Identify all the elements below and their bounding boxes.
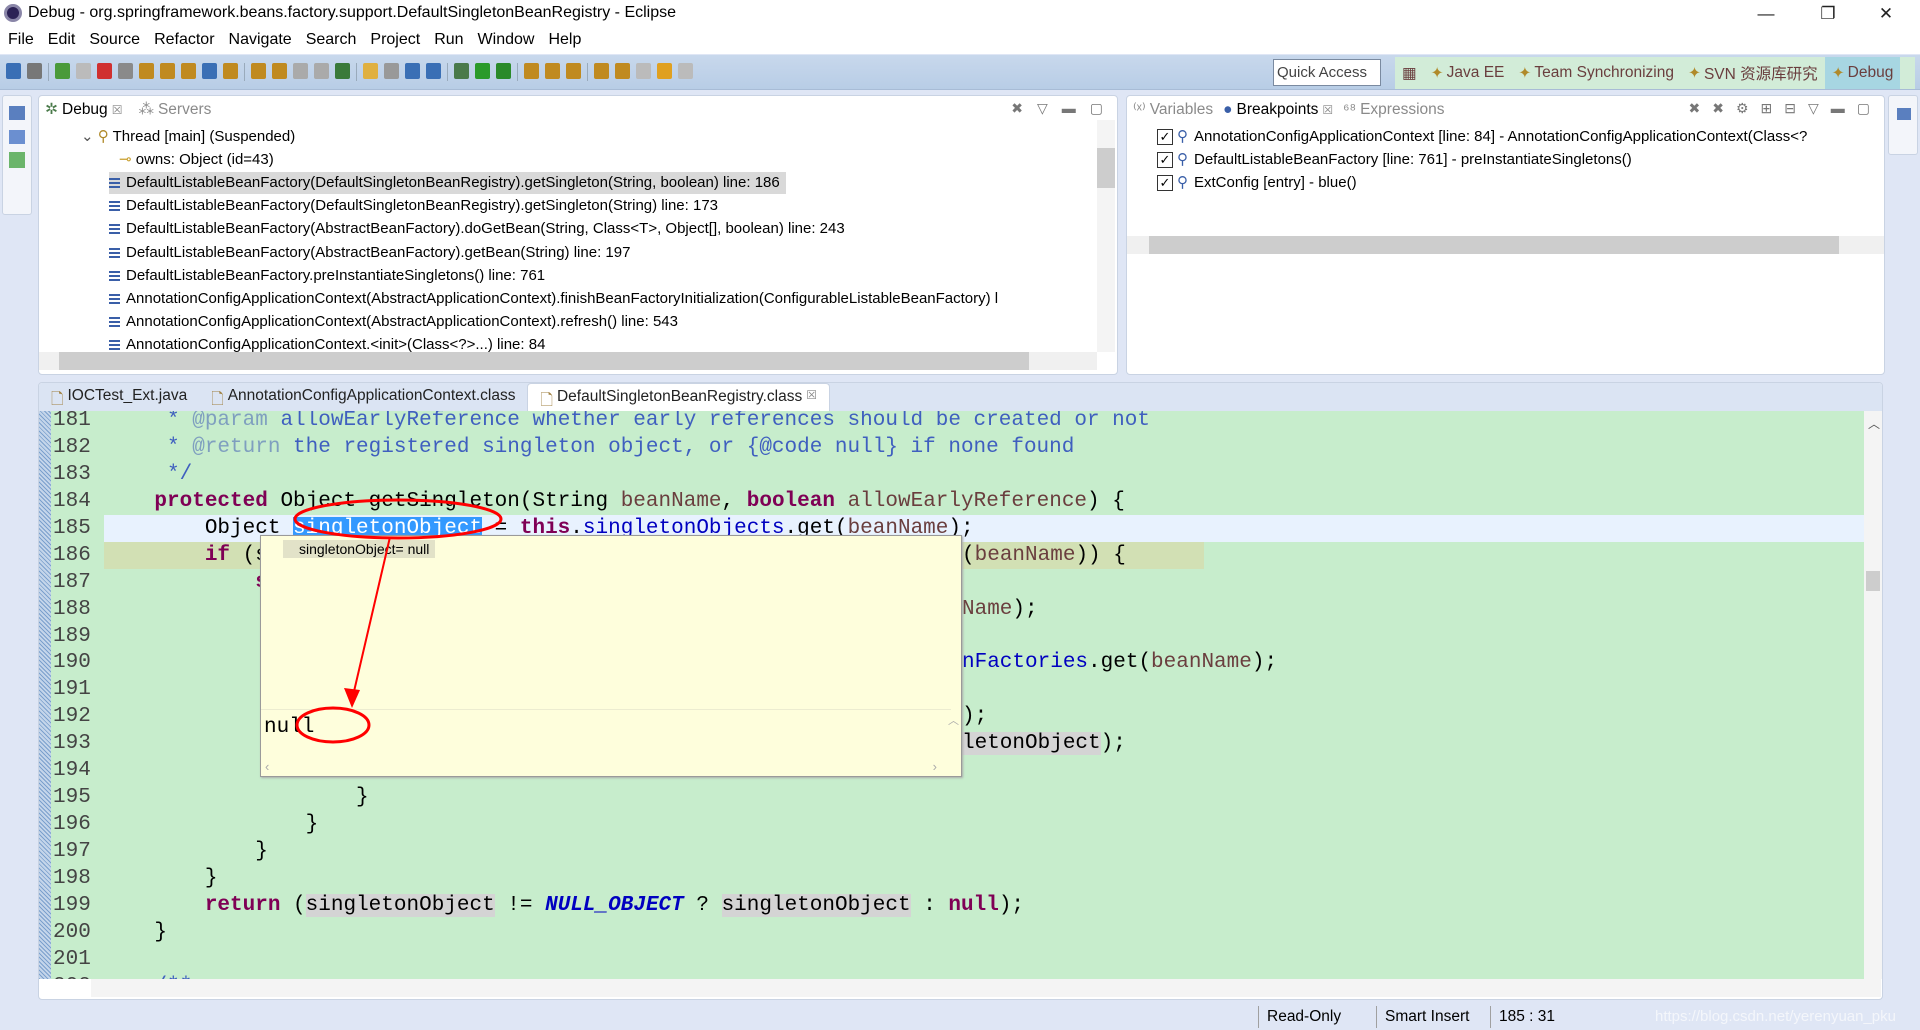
highlight-ellipse-null bbox=[295, 706, 371, 744]
watermark: https://blog.csdn.net/yerenyuan_pku bbox=[1655, 1008, 1896, 1025]
status-bar: Read-Only Smart Insert 185 : 31 https://… bbox=[0, 1003, 1920, 1030]
annotation-arrow-line bbox=[351, 536, 391, 701]
status-read-only: Read-Only bbox=[1258, 1006, 1341, 1028]
red-annotation-overlay bbox=[293, 498, 503, 744]
status-cursor-position: 185 : 31 bbox=[1490, 1006, 1555, 1028]
highlight-ellipse-variable bbox=[293, 498, 503, 540]
status-insert-mode: Smart Insert bbox=[1376, 1006, 1469, 1028]
annotation-arrowhead bbox=[344, 688, 360, 708]
